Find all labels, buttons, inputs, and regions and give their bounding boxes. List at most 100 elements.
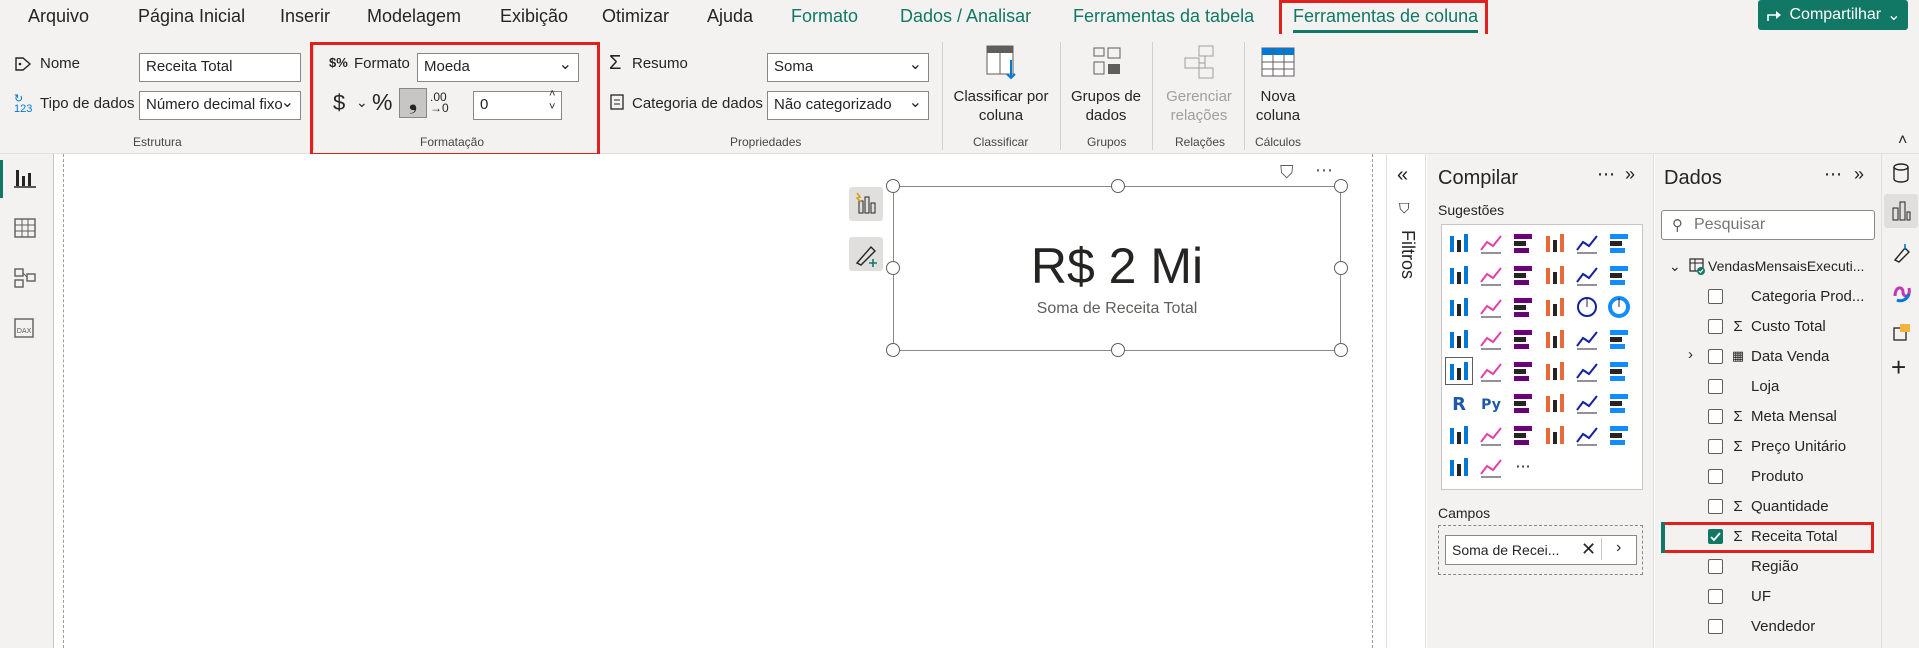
key-influencers-icon[interactable]	[1510, 390, 1536, 416]
scorecard-icon[interactable]	[1606, 422, 1632, 448]
resize-handle[interactable]	[886, 261, 900, 275]
field-checkbox[interactable]	[1708, 618, 1723, 634]
collapse-ribbon-icon[interactable]: ˄	[1898, 132, 1907, 150]
tab-ajuda[interactable]: Ajuda	[707, 6, 753, 27]
slicer-icon[interactable]	[1542, 358, 1568, 384]
field-list-item[interactable]: Σ Quantidade	[1708, 491, 1878, 521]
sort-by-column-button[interactable]: Classificar por coluna	[950, 42, 1052, 125]
stacked-area-icon[interactable]	[1510, 262, 1536, 288]
shape-map-icon[interactable]	[1542, 326, 1568, 352]
resize-handle[interactable]	[1334, 343, 1348, 357]
category-select[interactable]: Não categorizado	[767, 91, 929, 120]
stacked-bar-100-icon[interactable]	[1574, 230, 1600, 256]
stacked-bar-icon[interactable]	[1446, 230, 1472, 256]
field-chip[interactable]: Soma de Recei... ✕ ›	[1445, 535, 1637, 565]
table-name[interactable]: VendasMensaisExecuti...	[1708, 258, 1864, 274]
tab-ferramentas-tabela[interactable]: Ferramentas da tabela	[1073, 6, 1254, 27]
donut-icon[interactable]	[1606, 294, 1632, 320]
model-view-icon[interactable]	[12, 266, 38, 290]
visual-suggest-button[interactable]	[849, 187, 883, 221]
clustered-bar-icon[interactable]	[1510, 230, 1536, 256]
card-new-icon[interactable]	[1510, 422, 1536, 448]
search-input[interactable]	[1694, 215, 1864, 235]
multirow-card-icon[interactable]	[1478, 358, 1504, 384]
narrative-icon[interactable]	[1606, 390, 1632, 416]
line-clustered-icon[interactable]	[1606, 262, 1632, 288]
more-visuals-icon[interactable]: ···	[1510, 454, 1536, 480]
tab-pagina-inicial[interactable]: Página Inicial	[138, 6, 245, 27]
clustered-column-icon[interactable]	[1542, 230, 1568, 256]
field-checkbox[interactable]	[1708, 528, 1723, 544]
paginated-report-icon[interactable]	[1478, 422, 1504, 448]
matrix-icon[interactable]	[1606, 358, 1632, 384]
filters-pane-collapsed[interactable]: « ⛉	[1386, 154, 1426, 648]
custom-visual-icon[interactable]	[1446, 454, 1472, 480]
filter-icon[interactable]: ⛉	[1280, 162, 1294, 183]
more-options-icon[interactable]: ⋯	[1824, 164, 1842, 185]
resize-handle[interactable]	[1111, 343, 1125, 357]
dax-query-view-icon[interactable]: DAX	[12, 316, 38, 340]
datatype-select[interactable]: Número decimal fixo	[139, 91, 301, 120]
new-column-button[interactable]: Nova coluna	[1249, 42, 1307, 125]
chevron-right-icon[interactable]: ›	[1688, 346, 1693, 363]
field-checkbox[interactable]	[1708, 498, 1723, 514]
field-list-item[interactable]: Região	[1708, 551, 1878, 581]
field-list-item[interactable]: Loja	[1708, 371, 1878, 401]
more-options-icon[interactable]: ⋯	[1597, 164, 1615, 185]
tab-inserir[interactable]: Inserir	[280, 6, 330, 27]
data-groups-button[interactable]: Grupos de dados	[1066, 42, 1146, 125]
line-column-icon[interactable]	[1574, 262, 1600, 288]
build-pane-toggle[interactable]	[1884, 194, 1918, 228]
resize-handle[interactable]	[1334, 179, 1348, 193]
tab-modelagem[interactable]: Modelagem	[367, 6, 461, 27]
power-apps-icon[interactable]	[1542, 422, 1568, 448]
field-list-item[interactable]: Vendedor	[1708, 611, 1878, 641]
filled-map-icon[interactable]	[1510, 326, 1536, 352]
format-pane-icon[interactable]	[1891, 242, 1913, 264]
treemap-icon[interactable]	[1446, 326, 1472, 352]
table-view-icon[interactable]	[12, 216, 38, 240]
decomposition-tree-icon[interactable]	[1542, 390, 1568, 416]
summary-select[interactable]: Soma	[767, 53, 929, 82]
field-list-item[interactable]: Categoria Prod...	[1708, 281, 1878, 311]
field-list-item[interactable]: Produto	[1708, 461, 1878, 491]
field-checkbox[interactable]	[1708, 378, 1723, 394]
bookmarks-icon[interactable]	[1891, 322, 1913, 344]
chevron-right-icon[interactable]: ›	[1616, 539, 1621, 557]
field-checkbox[interactable]	[1708, 408, 1723, 424]
scatter-icon[interactable]	[1542, 294, 1568, 320]
resize-handle[interactable]	[886, 343, 900, 357]
azure-map-icon[interactable]	[1574, 326, 1600, 352]
tab-formato[interactable]: Formato	[791, 6, 858, 27]
tab-exibicao[interactable]: Exibição	[500, 6, 568, 27]
collapse-double-chevron-icon[interactable]: »	[1854, 164, 1864, 185]
field-checkbox[interactable]	[1708, 318, 1723, 334]
resize-handle[interactable]	[886, 179, 900, 193]
card-visual[interactable]: R$ 2 Mi Soma de Receita Total	[886, 179, 1348, 357]
waterfall-icon[interactable]	[1446, 294, 1472, 320]
report-view-icon[interactable]	[12, 166, 38, 190]
table-icon[interactable]	[1574, 358, 1600, 384]
share-button[interactable]: Compartilhar ⌄	[1758, 0, 1908, 30]
kpi-icon[interactable]	[1510, 358, 1536, 384]
field-checkbox[interactable]	[1708, 288, 1723, 304]
resize-handle[interactable]	[1334, 261, 1348, 275]
field-list-item[interactable]: Σ Preço Unitário	[1708, 431, 1878, 461]
stacked-column-100-icon[interactable]	[1606, 230, 1632, 256]
field-list-item[interactable]: › ▦ Data Venda	[1688, 341, 1878, 371]
ribbon-chart-icon[interactable]	[1542, 262, 1568, 288]
add-pane-icon[interactable]: +	[1891, 352, 1906, 383]
funnel-bars-icon[interactable]	[1478, 294, 1504, 320]
field-checkbox[interactable]	[1708, 348, 1723, 364]
copilot-icon[interactable]	[1891, 282, 1913, 304]
name-input[interactable]: Receita Total	[139, 53, 301, 82]
stacked-column-icon[interactable]	[1478, 230, 1504, 256]
field-list-item[interactable]: UF	[1708, 581, 1878, 611]
field-list-item[interactable]: Σ Custo Total	[1708, 311, 1878, 341]
map-icon[interactable]	[1478, 326, 1504, 352]
field-checkbox[interactable]	[1708, 468, 1723, 484]
resize-handle[interactable]	[1111, 179, 1125, 193]
tab-otimizar[interactable]: Otimizar	[602, 6, 669, 27]
python-visual-icon[interactable]: Py	[1478, 390, 1504, 416]
chevron-down-icon[interactable]: ⌄	[1669, 258, 1681, 275]
